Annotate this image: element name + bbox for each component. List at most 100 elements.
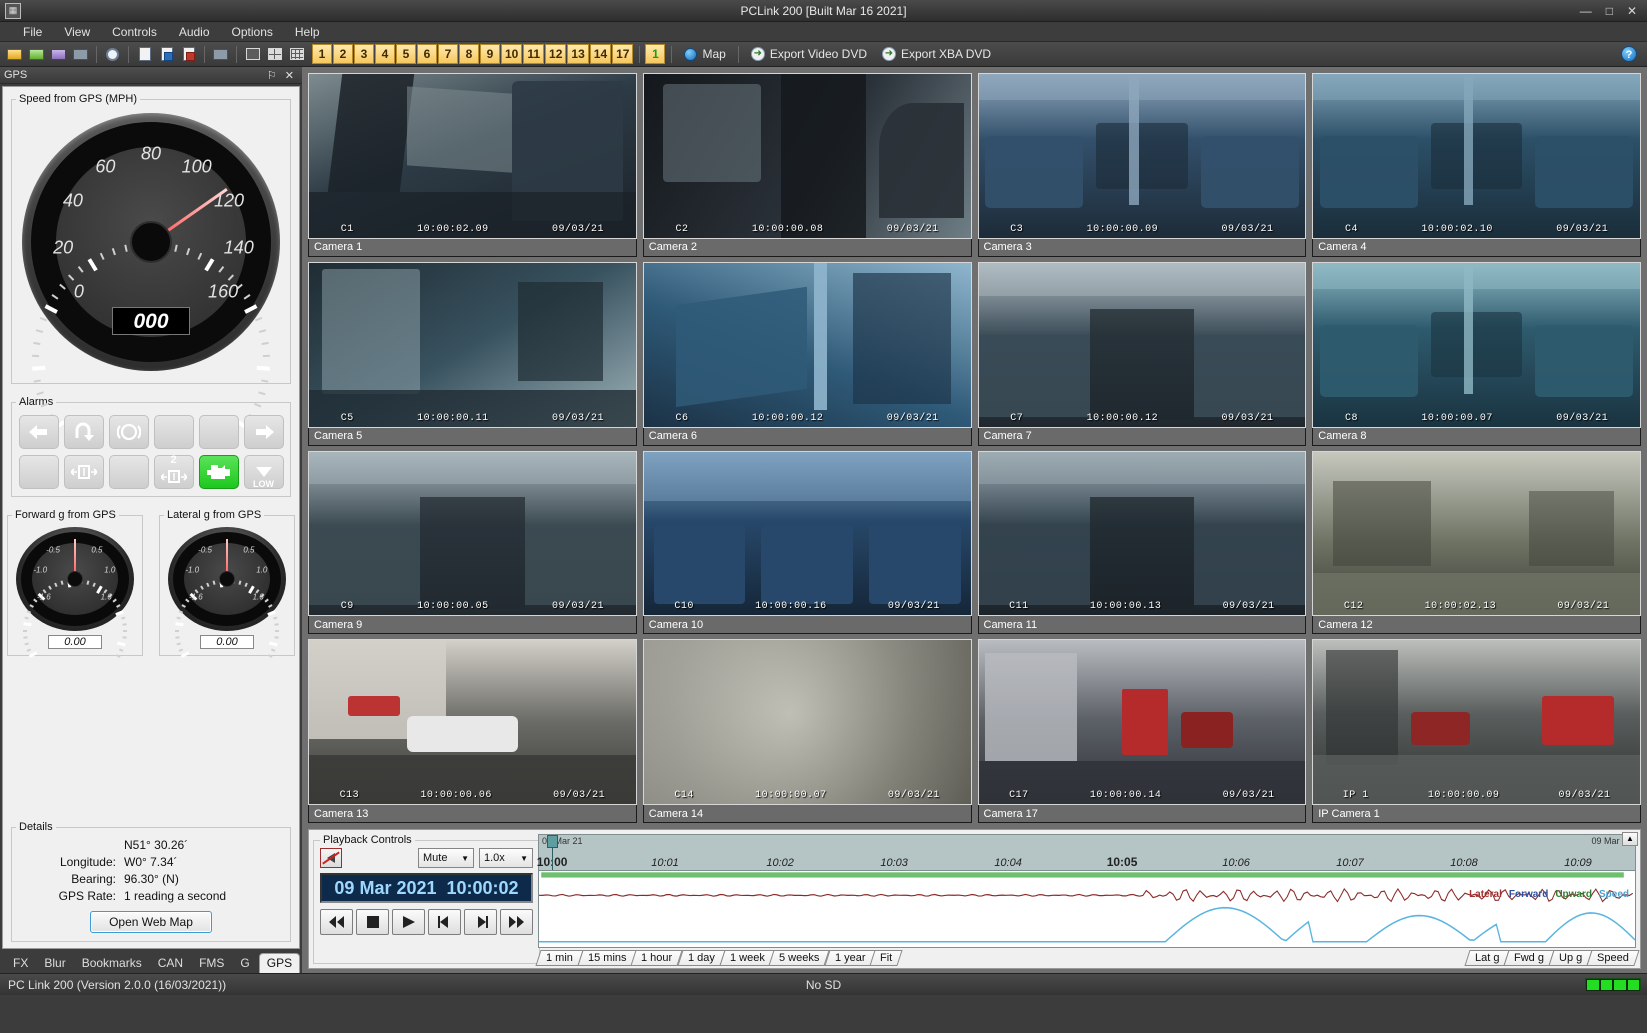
layout-multi-button[interactable] bbox=[286, 44, 307, 65]
camera-button-5[interactable]: 5 bbox=[396, 44, 416, 64]
camera-tile[interactable]: C5 10:00:00.11 09/03/21 Camera 5 bbox=[308, 261, 637, 446]
map-button[interactable]: Map bbox=[677, 47, 732, 61]
timeline-channel-fwd-g[interactable]: Fwd g bbox=[1503, 949, 1555, 966]
collapse-timeline-button[interactable]: ▲ bbox=[1622, 832, 1638, 846]
menu-item-controls[interactable]: Controls bbox=[101, 22, 168, 42]
menu-item-audio[interactable]: Audio bbox=[168, 22, 221, 42]
close-button[interactable]: ✕ bbox=[1627, 4, 1637, 18]
export-image-button[interactable] bbox=[156, 44, 177, 65]
menu-item-options[interactable]: Options bbox=[221, 22, 284, 42]
camera-tile[interactable]: C1 10:00:02.09 09/03/21 Camera 1 bbox=[308, 73, 637, 257]
alarm-door-button[interactable] bbox=[63, 455, 104, 489]
alarm-reverse-button[interactable] bbox=[63, 415, 104, 449]
open-web-map-button[interactable]: Open Web Map bbox=[90, 911, 212, 933]
camera-button-7[interactable]: 7 bbox=[438, 44, 458, 64]
network-button[interactable] bbox=[70, 44, 91, 65]
timeline-zoom-1-min[interactable]: 1 min bbox=[535, 949, 584, 966]
camera-video[interactable]: C8 10:00:00.07 09/03/21 bbox=[1312, 261, 1641, 428]
layout-quad-button[interactable] bbox=[264, 44, 285, 65]
timeline-graph[interactable]: Lateral Forward Upward Speed bbox=[538, 870, 1636, 948]
mute-select[interactable]: Mute ▼ bbox=[418, 848, 474, 868]
camera-video[interactable]: C4 10:00:02.10 09/03/21 bbox=[1312, 73, 1641, 239]
mute-speaker-icon[interactable] bbox=[320, 848, 342, 868]
print-button[interactable] bbox=[210, 44, 231, 65]
export-video-dvd-button[interactable]: ➜ Export Video DVD bbox=[744, 47, 874, 61]
open-archive-button[interactable] bbox=[48, 44, 69, 65]
timeline-zoom-1-day[interactable]: 1 day bbox=[677, 949, 726, 966]
menu-item-help[interactable]: Help bbox=[284, 22, 331, 42]
camera-video[interactable]: C14 10:00:00.07 09/03/21 bbox=[642, 639, 972, 805]
stop-button[interactable] bbox=[356, 909, 389, 935]
export-video-button[interactable] bbox=[178, 44, 199, 65]
minimize-button[interactable]: — bbox=[1580, 4, 1592, 18]
timeline-channel-lat-g[interactable]: Lat g bbox=[1463, 949, 1510, 966]
camera-tile[interactable]: C3 10:00:00.09 09/03/21 Camera 3 bbox=[977, 73, 1307, 257]
timeline-playhead[interactable] bbox=[547, 835, 559, 883]
camera-video[interactable]: C11 10:00:00.13 09/03/21 bbox=[977, 450, 1307, 617]
export-xba-dvd-button[interactable]: ➜ Export XBA DVD bbox=[875, 47, 998, 61]
search-button[interactable] bbox=[102, 44, 123, 65]
timeline-zoom-1-year[interactable]: 1 year bbox=[824, 949, 876, 966]
camera-video[interactable]: C13 10:00:00.06 09/03/21 bbox=[308, 639, 637, 805]
camera-video[interactable]: C7 10:00:00.12 09/03/21 bbox=[977, 261, 1307, 428]
timeline-zoom-fit[interactable]: Fit bbox=[869, 949, 904, 966]
timeline-zoom-1-week[interactable]: 1 week bbox=[718, 949, 776, 966]
camera-tile[interactable]: C11 10:00:00.13 09/03/21 Camera 11 bbox=[977, 450, 1307, 635]
camera-tile[interactable]: C2 10:00:00.08 09/03/21 Camera 2 bbox=[642, 73, 972, 257]
panel-tab-bookmarks[interactable]: Bookmarks bbox=[75, 954, 149, 973]
camera-button-6[interactable]: 6 bbox=[417, 44, 437, 64]
camera-button-2[interactable]: 2 bbox=[333, 44, 353, 64]
panel-tab-can[interactable]: CAN bbox=[151, 954, 190, 973]
layout-single-button[interactable] bbox=[242, 44, 263, 65]
playhead-handle[interactable] bbox=[547, 835, 559, 848]
camera-tile[interactable]: C14 10:00:00.07 09/03/21 Camera 14 bbox=[642, 639, 972, 823]
panel-tab-g[interactable]: G bbox=[233, 954, 256, 973]
camera-button-3[interactable]: 3 bbox=[354, 44, 374, 64]
menu-item-file[interactable]: File bbox=[12, 22, 53, 42]
camera-button-11[interactable]: 11 bbox=[523, 44, 545, 64]
camera-tile[interactable]: C4 10:00:02.10 09/03/21 Camera 4 bbox=[1312, 73, 1641, 257]
camera-button-10[interactable]: 10 bbox=[501, 44, 523, 64]
panel-tab-fms[interactable]: FMS bbox=[192, 954, 231, 973]
timeline-ruler[interactable]: 09 Mar 21 09 Mar 21 10:0010:0110:0210:03… bbox=[537, 834, 1636, 883]
playback-rate-select[interactable]: 1.0x ▼ bbox=[479, 848, 533, 868]
camera-video[interactable]: C17 10:00:00.14 09/03/21 bbox=[977, 639, 1307, 805]
play-button[interactable] bbox=[392, 909, 425, 935]
camera-video[interactable]: IP 1 10:00:00.09 09/03/21 bbox=[1312, 639, 1641, 805]
timeline-zoom-15-mins[interactable]: 15 mins bbox=[577, 949, 638, 966]
alarm-engine-button[interactable] bbox=[198, 455, 239, 489]
camera-button-17[interactable]: 17 bbox=[612, 44, 634, 64]
camera-video[interactable]: C12 10:00:02.13 09/03/21 bbox=[1312, 450, 1641, 617]
timeline-zoom-5-weeks[interactable]: 5 weeks bbox=[768, 949, 831, 966]
alarm-right-indicator-button[interactable] bbox=[243, 415, 284, 449]
camera-tile[interactable]: C7 10:00:00.12 09/03/21 Camera 7 bbox=[977, 261, 1307, 446]
step-back-button[interactable] bbox=[428, 909, 461, 935]
alarm-blank-button[interactable] bbox=[108, 455, 149, 489]
alarm-door2-button[interactable]: 2 bbox=[153, 454, 194, 489]
camera-video[interactable]: C6 10:00:00.12 09/03/21 bbox=[642, 261, 972, 428]
step-forward-button[interactable] bbox=[464, 909, 497, 935]
alarm-brake-button[interactable] bbox=[108, 415, 149, 449]
camera-tile[interactable]: C6 10:00:00.12 09/03/21 Camera 6 bbox=[642, 261, 972, 446]
camera-button-13[interactable]: 13 bbox=[567, 44, 589, 64]
timeline-channel-speed[interactable]: Speed bbox=[1586, 949, 1640, 966]
alarm-blank-button[interactable] bbox=[153, 415, 194, 449]
open-recent-button[interactable] bbox=[26, 44, 47, 65]
camera-button-8[interactable]: 8 bbox=[459, 44, 479, 64]
rewind-button[interactable] bbox=[320, 909, 353, 935]
camera-video[interactable]: C1 10:00:02.09 09/03/21 bbox=[308, 73, 637, 239]
copy-button[interactable] bbox=[134, 44, 155, 65]
panel-tab-fx[interactable]: FX bbox=[6, 954, 35, 973]
camera-tile[interactable]: IP 1 10:00:00.09 09/03/21 IP Camera 1 bbox=[1312, 639, 1641, 823]
camera-video[interactable]: C3 10:00:00.09 09/03/21 bbox=[977, 73, 1307, 239]
camera-button-14[interactable]: 14 bbox=[589, 44, 612, 64]
close-icon[interactable]: ✕ bbox=[285, 69, 294, 82]
fast-forward-button[interactable] bbox=[500, 909, 533, 935]
camera-button-9[interactable]: 9 bbox=[480, 44, 500, 64]
alarm-low-button[interactable]: LOW bbox=[243, 455, 284, 489]
camera-button-4[interactable]: 4 bbox=[375, 44, 395, 64]
camera-video[interactable]: C9 10:00:00.05 09/03/21 bbox=[308, 450, 637, 617]
camera-tile[interactable]: C12 10:00:02.13 09/03/21 Camera 12 bbox=[1312, 450, 1641, 635]
camera-tile[interactable]: C17 10:00:00.14 09/03/21 Camera 17 bbox=[977, 639, 1307, 823]
open-file-button[interactable] bbox=[4, 44, 25, 65]
